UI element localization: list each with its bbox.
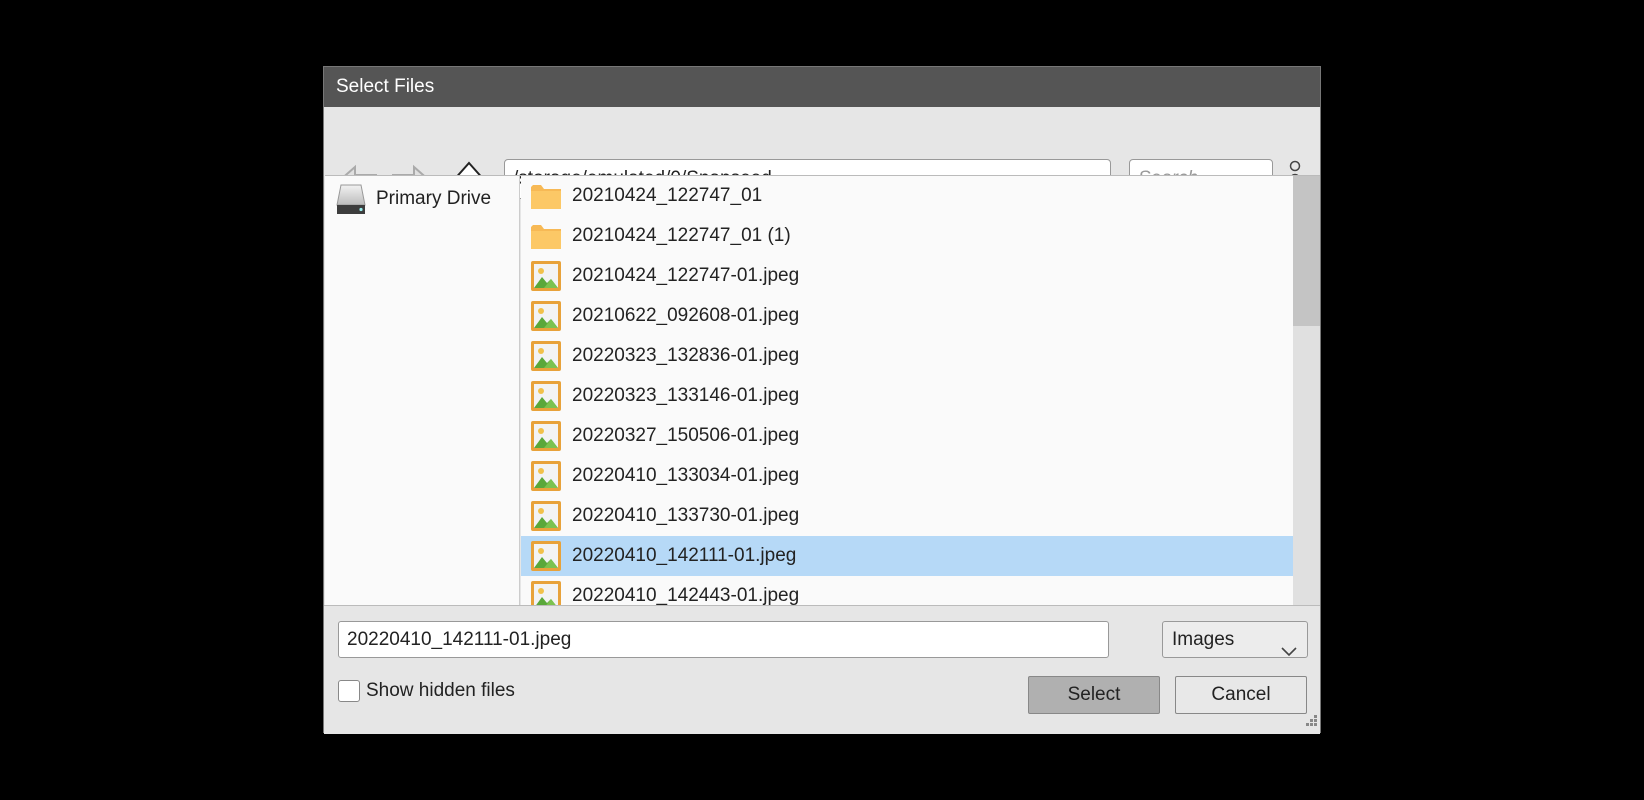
cancel-button[interactable]: Cancel bbox=[1175, 676, 1307, 714]
file-list: 20210424_122747_01 20210424_122747_01 (1)… bbox=[521, 176, 1293, 606]
sidebar-item-primary-drive[interactable]: Primary Drive bbox=[335, 182, 491, 216]
dialog-title: Select Files bbox=[324, 67, 1320, 107]
scrollbar-thumb[interactable] bbox=[1293, 176, 1320, 326]
show-hidden-files[interactable]: Show hidden files bbox=[338, 680, 515, 702]
image-file-icon bbox=[530, 540, 562, 572]
browser-body: Primary Drive 20210424_122747_01 20210424… bbox=[325, 175, 1320, 606]
image-file-icon bbox=[530, 420, 562, 452]
file-name: 20210622_092608-01.jpeg bbox=[572, 305, 800, 326]
file-name: 20210424_122747_01 bbox=[572, 185, 763, 206]
image-file-icon bbox=[530, 500, 562, 532]
file-name: 20220323_133146-01.jpeg bbox=[572, 385, 800, 406]
file-row[interactable]: 20210622_092608-01.jpeg bbox=[521, 296, 1293, 336]
file-row[interactable]: 20220410_142111-01.jpeg bbox=[521, 536, 1293, 576]
dialog-footer: 20220410_142111-01.jpeg Images Show hidd… bbox=[324, 605, 1320, 734]
file-name: 20220410_142443-01.jpeg bbox=[572, 585, 800, 606]
file-row[interactable]: 20220323_133146-01.jpeg bbox=[521, 376, 1293, 416]
file-name: 20220410_133034-01.jpeg bbox=[572, 465, 800, 486]
image-file-icon bbox=[530, 340, 562, 372]
file-row[interactable]: 20220410_133730-01.jpeg bbox=[521, 496, 1293, 536]
image-file-icon bbox=[530, 460, 562, 492]
resize-grip-icon[interactable] bbox=[1304, 713, 1318, 732]
scrollbar[interactable] bbox=[1293, 176, 1320, 606]
file-row[interactable]: 20210424_122747_01 (1) bbox=[521, 216, 1293, 256]
file-row[interactable]: 20220323_132836-01.jpeg bbox=[521, 336, 1293, 376]
filename-input[interactable]: 20220410_142111-01.jpeg bbox=[338, 621, 1109, 658]
file-name: 20220410_133730-01.jpeg bbox=[572, 505, 800, 526]
file-name: 20210424_122747_01 (1) bbox=[572, 225, 791, 246]
show-hidden-label: Show hidden files bbox=[366, 680, 515, 701]
file-row[interactable]: 20220410_142443-01.jpeg bbox=[521, 576, 1293, 606]
image-file-icon bbox=[530, 300, 562, 332]
file-row[interactable]: 20220410_133034-01.jpeg bbox=[521, 456, 1293, 496]
sidebar-item-label: Primary Drive bbox=[376, 188, 492, 209]
file-row[interactable]: 20210424_122747_01 bbox=[521, 176, 1293, 216]
sidebar: Primary Drive bbox=[325, 176, 520, 606]
file-name: 20220327_150506-01.jpeg bbox=[572, 425, 800, 446]
file-row[interactable]: 20220327_150506-01.jpeg bbox=[521, 416, 1293, 456]
show-hidden-checkbox[interactable] bbox=[338, 680, 360, 702]
file-name: 20220410_142111-01.jpeg bbox=[572, 545, 797, 566]
file-row[interactable]: 20210424_122747-01.jpeg bbox=[521, 256, 1293, 296]
select-button[interactable]: Select bbox=[1028, 676, 1160, 714]
chevron-down-icon bbox=[1281, 634, 1297, 669]
image-file-icon bbox=[530, 580, 562, 606]
file-name: 20210424_122747-01.jpeg bbox=[572, 265, 800, 286]
file-type-select[interactable]: Images bbox=[1162, 621, 1308, 658]
folder-icon bbox=[530, 220, 562, 252]
image-file-icon bbox=[530, 260, 562, 292]
drive-icon bbox=[335, 183, 367, 215]
file-dialog: Select Files /storage/emulated/0/Snapsee… bbox=[323, 66, 1321, 734]
file-name: 20220323_132836-01.jpeg bbox=[572, 345, 800, 366]
file-type-value: Images bbox=[1172, 629, 1235, 650]
image-file-icon bbox=[530, 380, 562, 412]
folder-icon bbox=[530, 180, 562, 212]
